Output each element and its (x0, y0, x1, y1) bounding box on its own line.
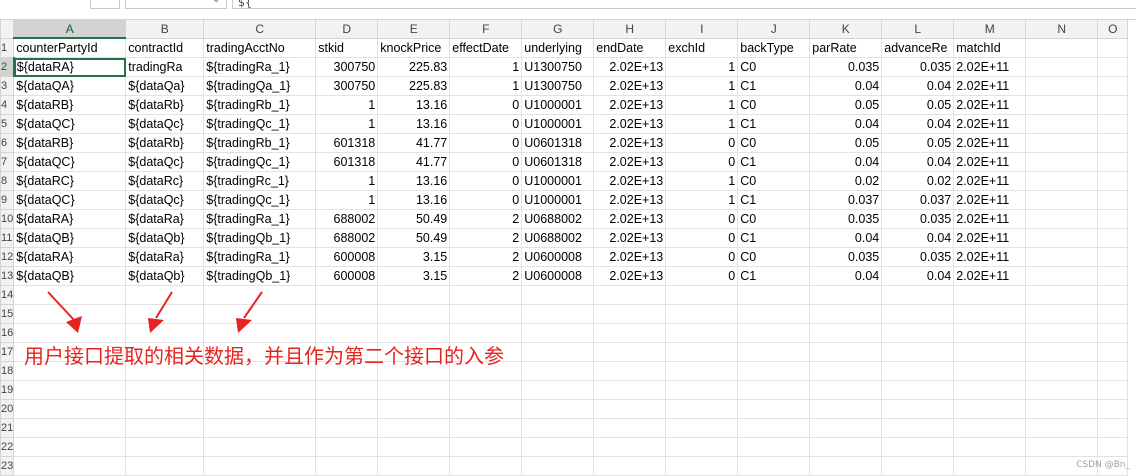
arrowhead-2 (148, 318, 164, 333)
arrow-shaft-3 (243, 291, 263, 319)
watermark: CSDN @Bn_ (1076, 460, 1130, 470)
annotation-text: 用户接口提取的相关数据，并且作为第二个接口的入参 (24, 344, 504, 368)
arrow-shaft-1 (47, 291, 75, 321)
arrow-shaft-2 (155, 291, 173, 319)
annotation-arrows (47, 291, 263, 333)
arrowhead-3 (236, 318, 252, 333)
